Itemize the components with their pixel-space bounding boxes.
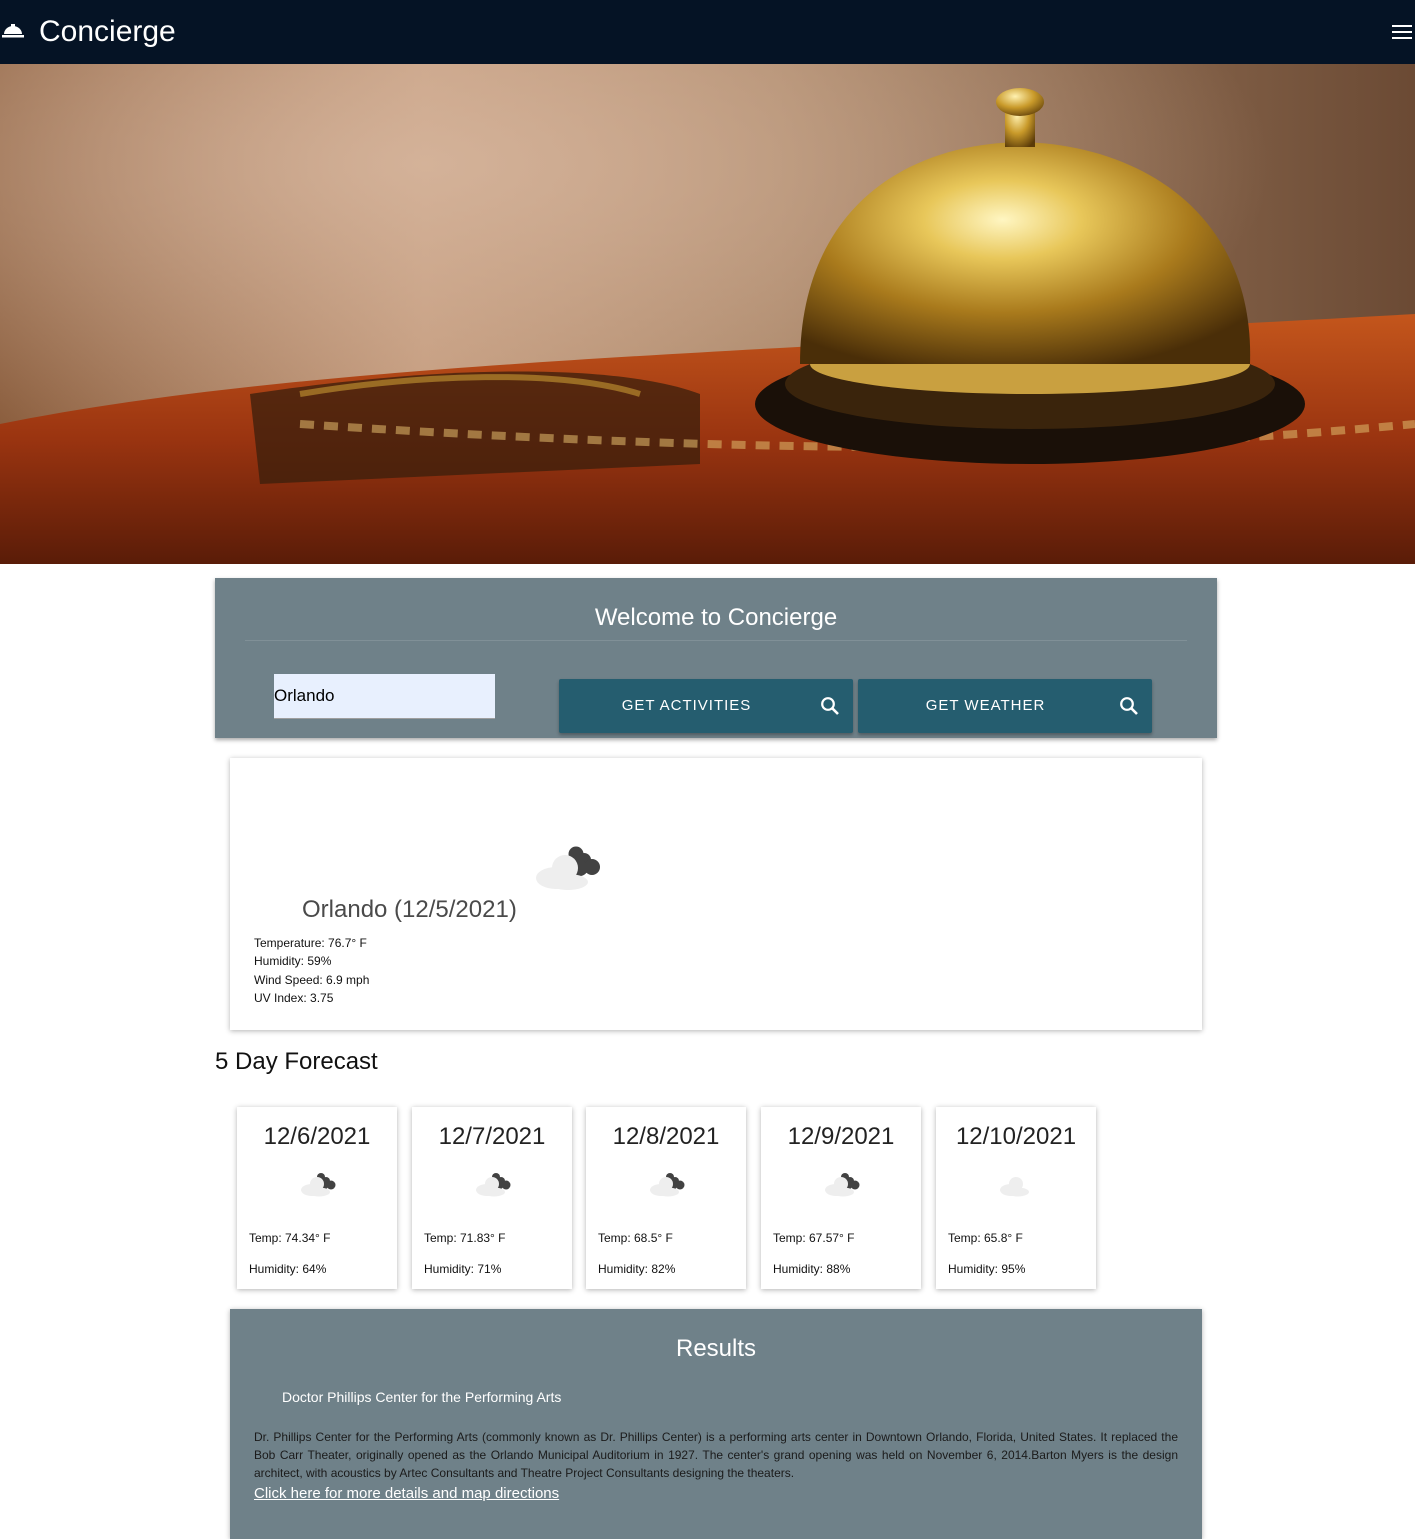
- forecast-temp: Temp: 71.83° F: [424, 1231, 506, 1245]
- divider: [245, 640, 1187, 641]
- welcome-title: Welcome to Concierge: [594, 604, 838, 631]
- get-weather-button[interactable]: GET WEATHER: [858, 679, 1152, 733]
- forecast-card: 12/6/2021 Temp: 74.34° F Humidity: 64%: [237, 1107, 397, 1289]
- broken-clouds-icon: [532, 844, 604, 895]
- hamburger-menu-icon[interactable]: [1392, 25, 1412, 44]
- get-activities-label: GET ACTIVITIES: [621, 697, 752, 714]
- forecast-heading: 5 Day Forecast: [215, 1048, 378, 1075]
- forecast-temp: Temp: 68.5° F: [598, 1231, 673, 1245]
- forecast-humidity: Humidity: 64%: [249, 1262, 327, 1276]
- forecast-humidity: Humidity: 95%: [948, 1262, 1026, 1276]
- current-wind-speed: Wind Speed: 6.9 mph: [254, 973, 370, 987]
- get-weather-label: GET WEATHER: [925, 697, 1046, 714]
- forecast-date: 12/6/2021: [263, 1123, 371, 1150]
- brand-title[interactable]: Concierge: [39, 13, 176, 51]
- forecast-date: 12/8/2021: [612, 1123, 720, 1150]
- get-activities-button[interactable]: GET ACTIVITIES: [559, 679, 853, 733]
- current-uv-index: UV Index: 3.75: [254, 991, 334, 1005]
- city-search-input[interactable]: [274, 674, 495, 719]
- forecast-date: 12/10/2021: [955, 1123, 1077, 1150]
- forecast-date: 12/9/2021: [787, 1123, 895, 1150]
- forecast-humidity: Humidity: 88%: [773, 1262, 851, 1276]
- forecast-card: 12/9/2021 Temp: 67.57° F Humidity: 88%: [761, 1107, 921, 1289]
- forecast-date: 12/7/2021: [438, 1123, 546, 1150]
- navbar: Concierge: [0, 0, 1415, 64]
- broken-clouds-icon: [648, 1171, 686, 1202]
- broken-clouds-icon: [474, 1171, 512, 1202]
- cloud-icon: [998, 1171, 1036, 1202]
- search-icon: [1119, 696, 1139, 721]
- current-temperature: Temperature: 76.7° F: [254, 936, 367, 950]
- forecast-temp: Temp: 65.8° F: [948, 1231, 1023, 1245]
- forecast-temp: Temp: 67.57° F: [773, 1231, 855, 1245]
- broken-clouds-icon: [299, 1171, 337, 1202]
- current-weather-card: Orlando (12/5/2021) Temperature: 76.7° F…: [230, 758, 1202, 1030]
- forecast-humidity: Humidity: 82%: [598, 1262, 676, 1276]
- result-name: Doctor Phillips Center for the Performin…: [282, 1389, 562, 1405]
- concierge-bell-icon: [2, 22, 24, 43]
- results-panel: Results Doctor Phillips Center for the P…: [230, 1309, 1202, 1539]
- forecast-humidity: Humidity: 71%: [424, 1262, 502, 1276]
- welcome-panel: Welcome to Concierge GET ACTIVITIES GET …: [215, 578, 1217, 738]
- current-city-heading: Orlando (12/5/2021): [302, 896, 517, 923]
- result-details-link[interactable]: Click here for more details and map dire…: [254, 1484, 559, 1504]
- search-icon: [820, 696, 840, 721]
- forecast-card: 12/8/2021 Temp: 68.5° F Humidity: 82%: [586, 1107, 746, 1289]
- current-humidity: Humidity: 59%: [254, 954, 332, 968]
- broken-clouds-icon: [823, 1171, 861, 1202]
- hero-bell-image: [0, 64, 1415, 564]
- forecast-temp: Temp: 74.34° F: [249, 1231, 331, 1245]
- result-description: Dr. Phillips Center for the Performing A…: [254, 1430, 1178, 1480]
- forecast-card: 12/10/2021 Temp: 65.8° F Humidity: 95%: [936, 1107, 1096, 1289]
- results-title: Results: [675, 1335, 757, 1362]
- forecast-card: 12/7/2021 Temp: 71.83° F Humidity: 71%: [412, 1107, 572, 1289]
